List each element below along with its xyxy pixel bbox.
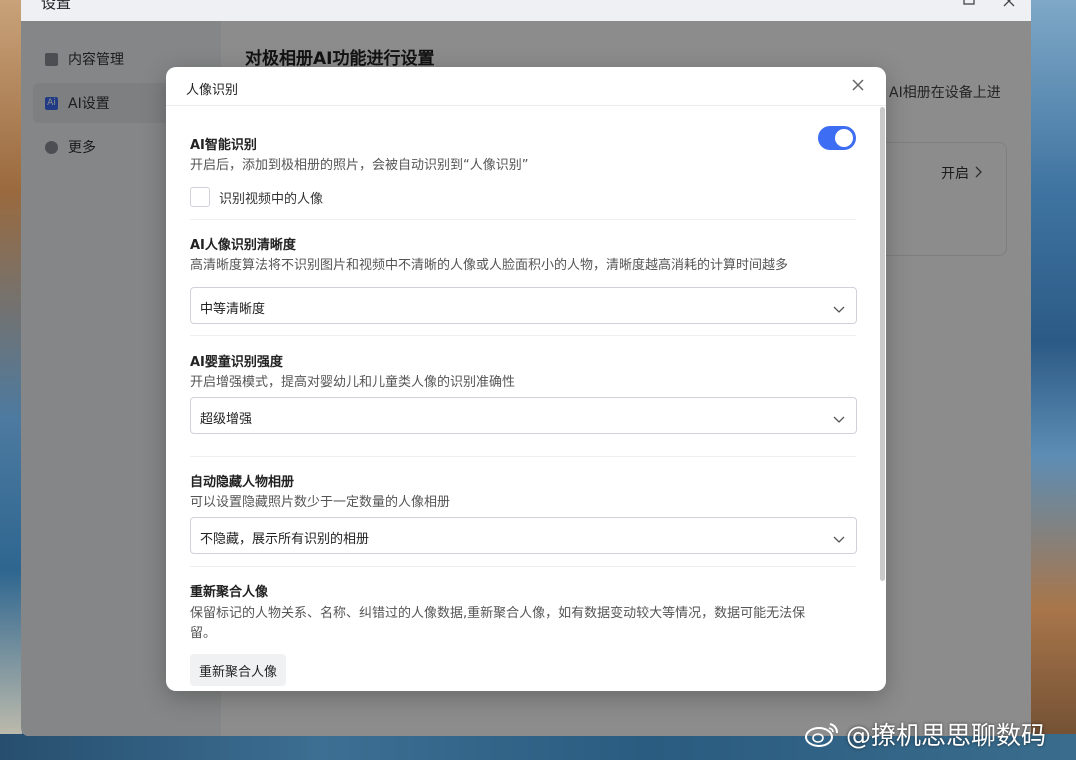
divider xyxy=(190,566,856,567)
clarity-select-value: 中等清晰度 xyxy=(200,302,266,317)
watermark: @撩机思思聊数码 xyxy=(804,716,1046,752)
auto-hide-title: 自动隐藏人物相册 xyxy=(190,475,295,490)
close-icon[interactable] xyxy=(848,75,868,95)
chevron-down-icon xyxy=(833,530,845,543)
window-titlebar: 设置 xyxy=(21,0,1031,21)
dialog-title: 人像识别 xyxy=(186,83,239,98)
smart-recognition-toggle[interactable] xyxy=(818,126,856,150)
dialog-header: 人像识别 xyxy=(166,67,886,106)
child-strength-title: AI婴童识别强度 xyxy=(190,355,283,370)
video-recognition-checkbox[interactable] xyxy=(190,187,210,207)
recluster-desc-line2: 留。 xyxy=(190,626,217,641)
maximize-icon[interactable] xyxy=(963,0,975,12)
recluster-button[interactable]: 重新聚合人像 xyxy=(190,654,287,686)
clarity-select[interactable]: 中等清晰度 xyxy=(190,287,857,324)
divider xyxy=(190,335,856,336)
divider xyxy=(190,219,856,220)
face-recognition-dialog: 人像识别 AI智能识别 开启后，添加到极相册的照片，会被自动识别到“人像识别” … xyxy=(166,67,886,691)
chevron-down-icon xyxy=(833,300,845,313)
child-strength-desc: 开启增强模式，提高对婴幼儿和儿童类人像的识别准确性 xyxy=(190,375,516,390)
smart-recognition-desc: 开启后，添加到极相册的照片，会被自动识别到“人像识别” xyxy=(190,158,529,173)
auto-hide-select-value: 不隐藏，展示所有识别的相册 xyxy=(200,532,370,547)
weibo-icon xyxy=(804,720,840,748)
recluster-title: 重新聚合人像 xyxy=(190,585,269,600)
video-recognition-option: 识别视频中的人像 xyxy=(190,187,323,207)
video-recognition-label: 识别视频中的人像 xyxy=(219,191,324,207)
window-title: 设置 xyxy=(41,0,72,12)
smart-recognition-title: AI智能识别 xyxy=(190,138,257,153)
clarity-desc: 高清晰度算法将不识别图片和视频中不清晰的人像或人脸面积小的人物，清晰度越高消耗的… xyxy=(190,258,789,273)
auto-hide-desc: 可以设置隐藏照片数少于一定数量的人像相册 xyxy=(190,495,451,510)
child-strength-select-value: 超级增强 xyxy=(200,412,253,427)
dialog-scrollbar[interactable] xyxy=(880,107,885,581)
clarity-title: AI人像识别清晰度 xyxy=(190,238,296,253)
wallpaper-right xyxy=(1031,0,1076,760)
watermark-text: @撩机思思聊数码 xyxy=(846,721,1047,750)
auto-hide-select[interactable]: 不隐藏，展示所有识别的相册 xyxy=(190,517,857,554)
window-close-icon[interactable] xyxy=(1003,0,1015,12)
divider xyxy=(190,456,856,457)
toggle-knob xyxy=(835,129,853,147)
recluster-desc-line1: 保留标记的人物关系、名称、纠错过的人像数据,重新聚合人像，如有数据变动较大等情况… xyxy=(190,606,806,621)
chevron-down-icon xyxy=(833,410,845,423)
child-strength-select[interactable]: 超级增强 xyxy=(190,397,857,434)
wallpaper-left xyxy=(0,0,22,760)
